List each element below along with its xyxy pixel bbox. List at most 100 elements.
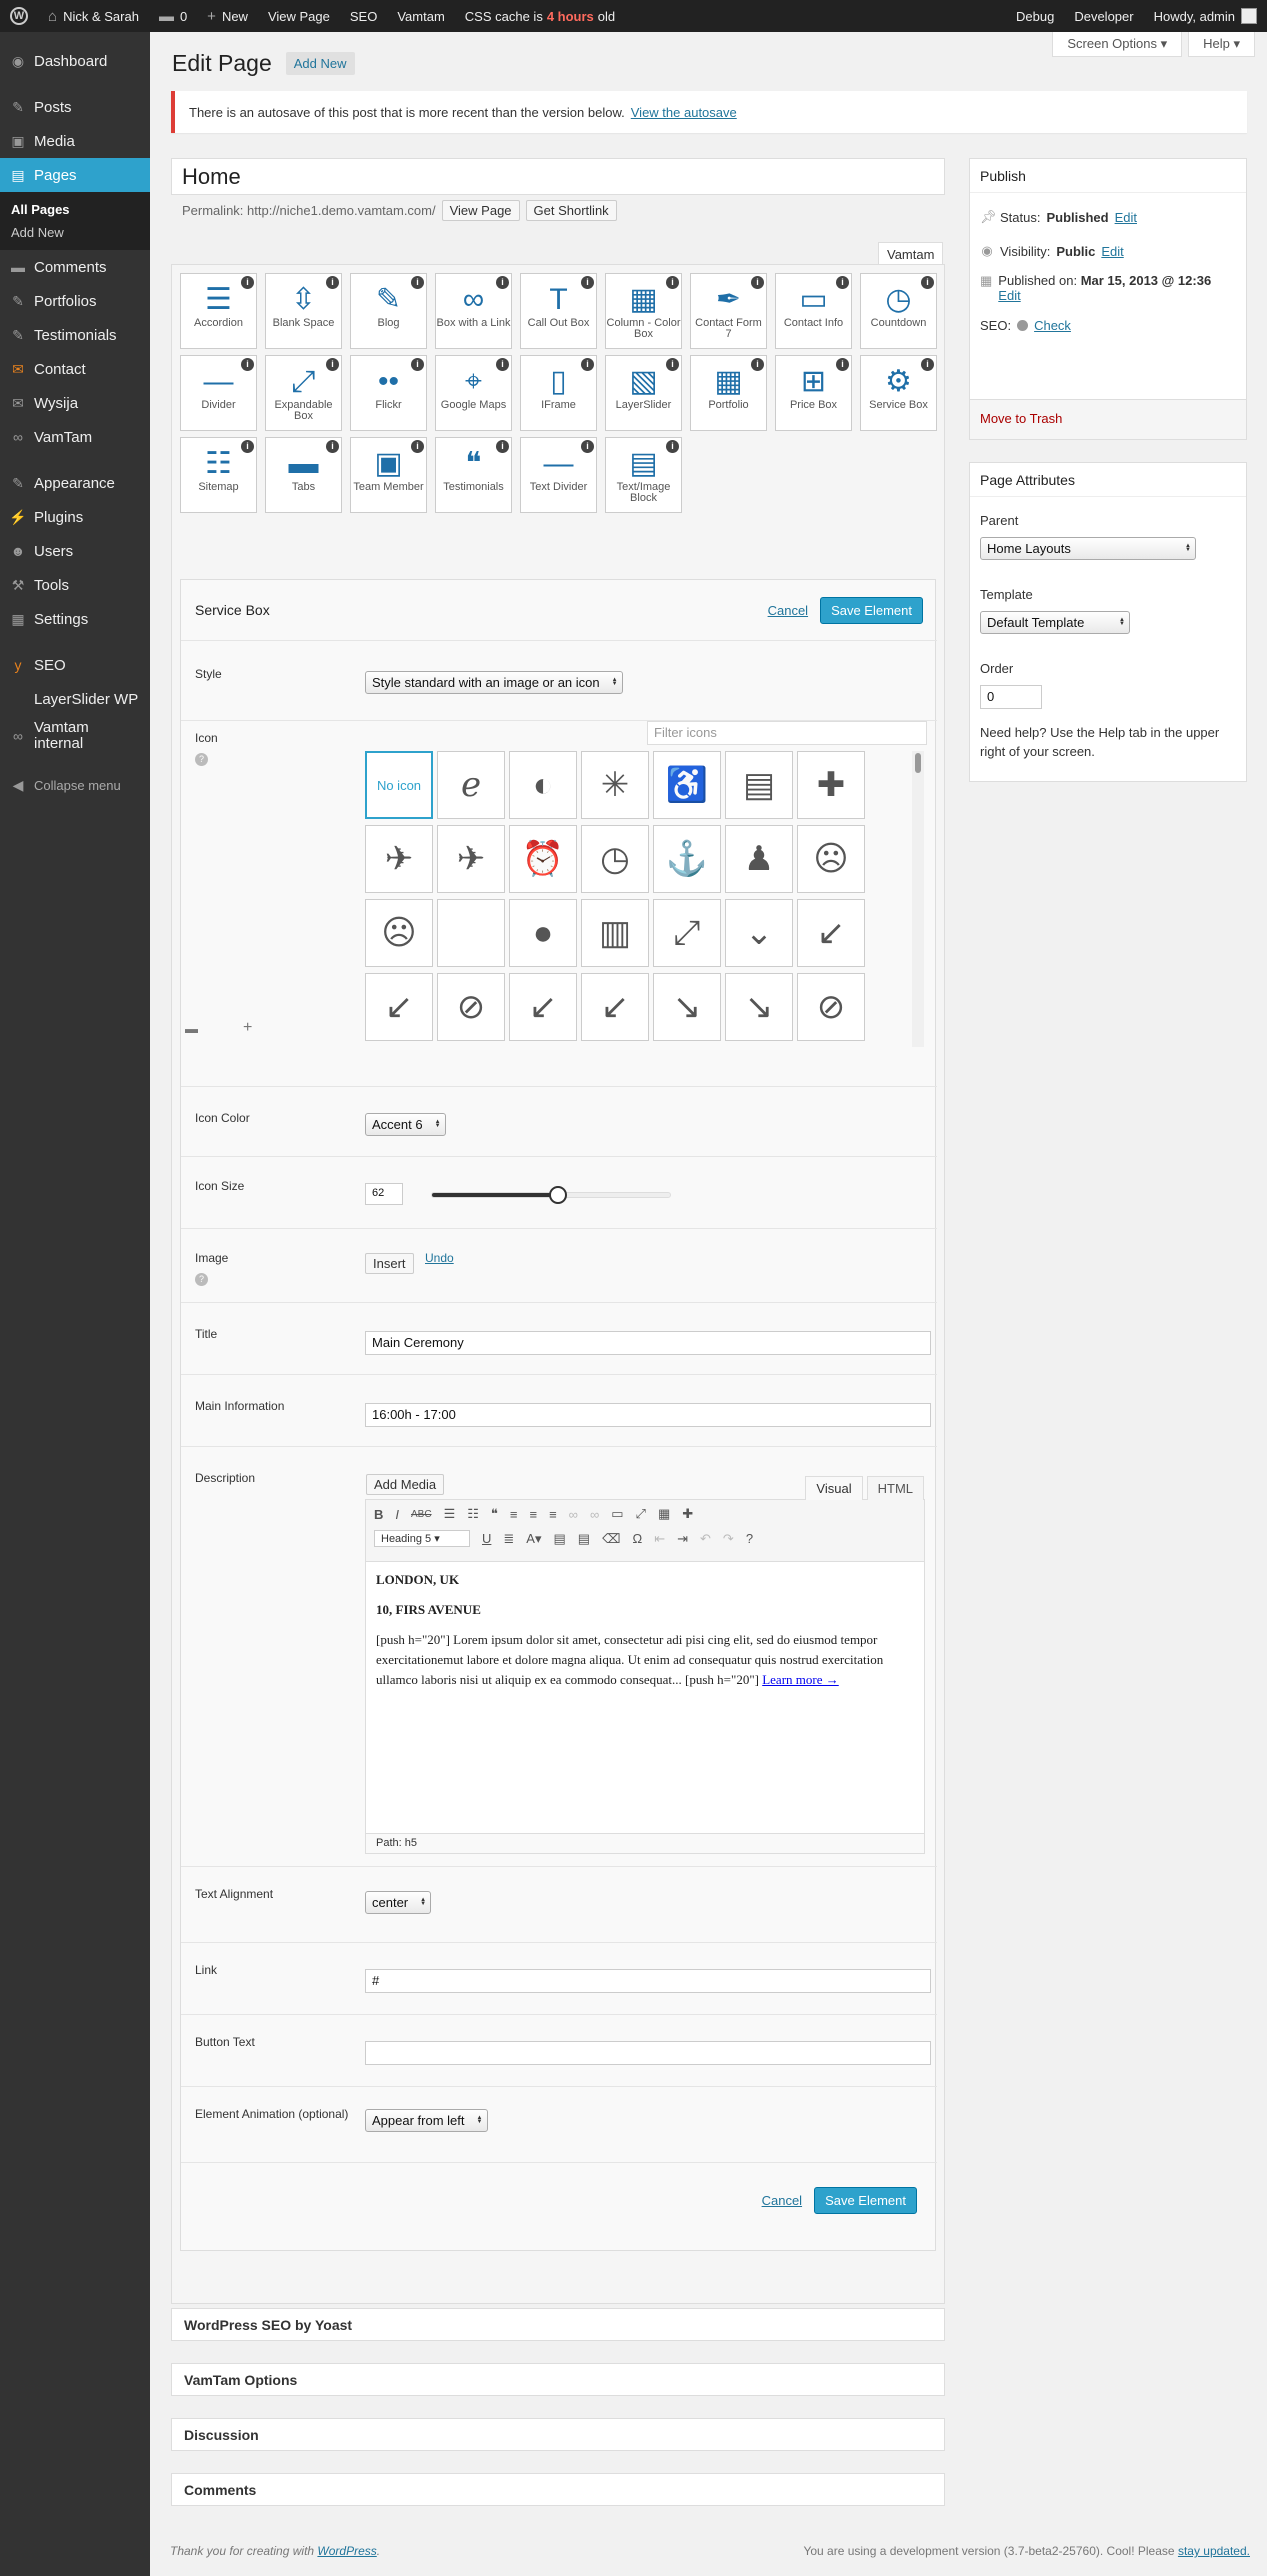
info-icon[interactable]: i — [666, 440, 679, 453]
more-tag-icon[interactable]: ▭ — [611, 1506, 623, 1522]
palette-element-tabs[interactable]: ▬ Tabs i — [265, 437, 342, 513]
palette-element-text-divider[interactable]: — Text Divider i — [520, 437, 597, 513]
comments-link[interactable]: ▬ 0 — [149, 0, 197, 32]
submenu-add-new[interactable]: Add New — [0, 221, 150, 244]
italic-icon[interactable]: I — [395, 1507, 399, 1522]
sidebar-item-users[interactable]: ☻ Users — [0, 534, 150, 568]
seo-check-link[interactable]: Check — [1034, 318, 1071, 333]
bullet-list-icon[interactable]: ☰ — [444, 1506, 456, 1522]
unlink-icon[interactable]: ∞ — [590, 1507, 599, 1522]
site-name-link[interactable]: ⌂ Nick & Sarah — [38, 0, 149, 32]
help-icon[interactable]: ? — [746, 1531, 753, 1546]
justify-icon[interactable]: ≣ — [503, 1531, 514, 1547]
apple-fruit-icon[interactable]: ● — [509, 899, 577, 967]
postbox-vamtam-options[interactable]: VamTam Options — [171, 2363, 945, 2396]
info-icon[interactable]: i — [241, 276, 254, 289]
edit-status-link[interactable]: Edit — [1115, 210, 1137, 225]
arrow-circle-icon[interactable]: ⊘ — [437, 973, 505, 1041]
align-center-icon[interactable]: ≡ — [529, 1507, 537, 1522]
palette-element-text-image-block[interactable]: ▤ Text/Image Block i — [605, 437, 682, 513]
angry-face-icon[interactable]: ☹ — [365, 899, 433, 967]
stay-updated-link[interactable]: stay updated. — [1178, 2544, 1250, 2558]
undo-icon[interactable]: ↶ — [700, 1531, 711, 1547]
button-text-input[interactable] — [365, 2041, 931, 2065]
arrow-expand-icon[interactable]: ⤢ — [653, 899, 721, 967]
icon-picker-scrollbar[interactable] — [912, 751, 924, 1047]
outdent-icon[interactable]: ⇤ — [654, 1531, 665, 1547]
paste-text-icon[interactable]: ▤ — [554, 1531, 566, 1547]
link-input[interactable]: # — [365, 1969, 931, 1993]
airplane-icon[interactable]: ✈ — [365, 825, 433, 893]
postbox-comments[interactable]: Comments — [171, 2473, 945, 2506]
palette-element-layerslider[interactable]: ▧ LayerSlider i — [605, 355, 682, 431]
palette-element-google-maps[interactable]: ⌖ Google Maps i — [435, 355, 512, 431]
account-menu[interactable]: Howdy, admin — [1144, 0, 1267, 32]
palette-element-sitemap[interactable]: ☷ Sitemap i — [180, 437, 257, 513]
airplane-alt-icon[interactable]: ✈ — [437, 825, 505, 893]
sidebar-item-dashboard[interactable]: ◉ Dashboard — [0, 44, 150, 78]
palette-element-blank-space[interactable]: ⇳ Blank Space i — [265, 273, 342, 349]
info-icon[interactable]: i — [751, 358, 764, 371]
move-to-trash-link[interactable]: Move to Trash — [970, 399, 1246, 439]
info-icon[interactable]: i — [241, 358, 254, 371]
view-autosave-link[interactable]: View the autosave — [631, 105, 737, 120]
info-icon[interactable]: i — [921, 358, 934, 371]
cancel-link[interactable]: Cancel — [768, 603, 808, 618]
view-page-button[interactable]: View Page — [441, 200, 520, 221]
info-icon[interactable]: i — [496, 440, 509, 453]
arrow-down-left-icon[interactable]: ↙ — [797, 899, 865, 967]
anchor-icon[interactable]: ⚓ — [653, 825, 721, 893]
wordpress-link[interactable]: WordPress — [317, 2544, 376, 2558]
info-icon[interactable]: i — [496, 276, 509, 289]
strikethrough-icon[interactable]: ABC — [411, 1509, 432, 1520]
align-right-icon[interactable]: ≡ — [549, 1507, 557, 1522]
save-element-button[interactable]: Save Element — [820, 596, 923, 624]
palette-element-testimonials[interactable]: ❝ Testimonials i — [435, 437, 512, 513]
arrow-down-left-bold-icon[interactable]: ↙ — [509, 973, 577, 1041]
undo-link[interactable]: Undo — [425, 1251, 454, 1265]
sidebar-item-wysija[interactable]: ✉ Wysija — [0, 386, 150, 420]
palette-element-box-with-a-link[interactable]: ∞ Box with a Link i — [435, 273, 512, 349]
table-icon[interactable]: ▦ — [658, 1506, 670, 1522]
sidebar-item-tools[interactable]: ⚒ Tools — [0, 568, 150, 602]
get-shortlink-button[interactable]: Get Shortlink — [525, 200, 617, 221]
info-icon[interactable]: i — [496, 358, 509, 371]
format-select[interactable]: Heading 5 ▾ — [374, 1530, 470, 1547]
wp-logo-menu[interactable]: W — [0, 0, 38, 32]
palette-element-portfolio[interactable]: ▦ Portfolio i — [690, 355, 767, 431]
sidebar-item-media[interactable]: ▣ Media — [0, 124, 150, 158]
apple-icon[interactable] — [437, 899, 505, 967]
title-input[interactable]: Main Ceremony — [365, 1331, 931, 1355]
sidebar-item-plugins[interactable]: ⚡ Plugins — [0, 500, 150, 534]
sidebar-item-seo[interactable]: y SEO — [0, 648, 150, 682]
icon-size-slider[interactable] — [431, 1186, 671, 1204]
info-icon[interactable]: i — [581, 358, 594, 371]
arrow-circle-right-icon[interactable]: ⊘ — [797, 973, 865, 1041]
palette-element-divider[interactable]: — Divider i — [180, 355, 257, 431]
plus-icon[interactable]: + — [243, 1019, 252, 1037]
archive-icon[interactable]: ▥ — [581, 899, 649, 967]
info-icon[interactable]: i — [836, 276, 849, 289]
alarm-clock-icon[interactable]: ◷ — [581, 825, 649, 893]
filter-icons-input[interactable]: Filter icons — [647, 721, 927, 745]
tab-visual[interactable]: Visual — [805, 1476, 863, 1500]
sidebar-item-comments[interactable]: ▬ Comments — [0, 250, 150, 284]
align-left-icon[interactable]: ≡ — [510, 1507, 518, 1522]
tab-html[interactable]: HTML — [866, 1476, 924, 1500]
submenu-all-pages[interactable]: All Pages — [0, 198, 150, 221]
arrow-down-left-alt-icon[interactable]: ↙ — [581, 973, 649, 1041]
main-information-input[interactable]: 16:00h - 17:00 — [365, 1403, 931, 1427]
info-icon[interactable]: i — [581, 440, 594, 453]
postbox-wordpress-seo[interactable]: WordPress SEO by Yoast — [171, 2308, 945, 2341]
shortcode-icon[interactable]: ✚ — [682, 1506, 693, 1522]
no-icon-option[interactable]: No icon — [365, 751, 433, 819]
sidebar-item-portfolios[interactable]: ✎ Portfolios — [0, 284, 150, 318]
info-icon[interactable]: i — [326, 276, 339, 289]
learn-more-link[interactable]: Learn more → — [762, 1672, 839, 1687]
sidebar-item-layerslider[interactable]: LayerSlider WP — [0, 682, 150, 716]
palette-element-flickr[interactable]: •• Flickr i — [350, 355, 427, 431]
sidebar-item-testimonials[interactable]: ✎ Testimonials — [0, 318, 150, 352]
cancel-link-bottom[interactable]: Cancel — [762, 2193, 802, 2208]
accessibility-icon[interactable]: ✳ — [581, 751, 649, 819]
palette-element-column-color-box[interactable]: ▦ Column - Color Box i — [605, 273, 682, 349]
